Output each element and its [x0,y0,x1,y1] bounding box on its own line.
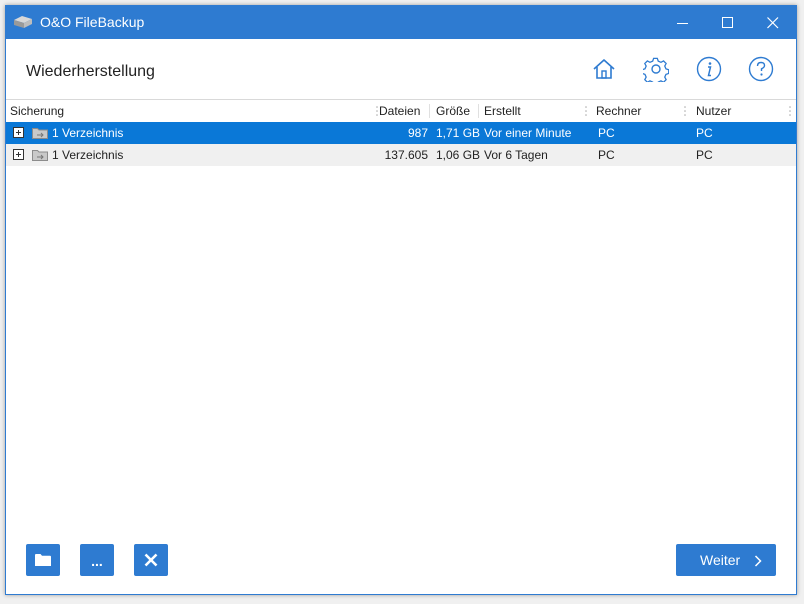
close-window-button[interactable] [751,6,796,39]
backup-name: 1 Verzeichnis [52,148,124,162]
more-options-label: ... [91,553,103,569]
help-icon[interactable] [748,56,774,82]
backup-size: 1,06 GB [436,148,481,162]
created-time: Vor einer Minute [484,126,572,140]
page-title: Wiederherstellung [26,63,155,80]
file-count: 137.605 [384,148,428,162]
column-resize-grip-icon[interactable] [683,105,687,117]
next-button-label: Weiter [700,552,741,568]
column-separator[interactable] [478,104,479,118]
computer-name: PC [598,148,615,162]
computer-name: PC [598,126,615,140]
column-header-rechner[interactable]: Rechner [596,100,641,122]
app-window: O&O FileBackup Wiederherstellung Sicheru… [5,5,797,595]
expand-icon[interactable] [13,149,24,160]
home-icon[interactable] [591,56,617,82]
close-icon [144,553,158,567]
minimize-button[interactable] [661,6,706,39]
title-bar[interactable]: O&O FileBackup [6,6,796,39]
app-logo-icon [14,16,32,28]
folder-icon [35,554,51,566]
table-row[interactable]: 1 Verzeichnis 987 1,71 GB Vor einer Minu… [6,122,796,144]
cancel-button[interactable] [134,544,168,576]
folder-backup-icon [32,128,48,139]
table-row[interactable]: 1 Verzeichnis 137.605 1,06 GB Vor 6 Tage… [6,144,796,166]
column-header-groesse[interactable]: Größe [436,100,470,122]
chevron-right-icon [754,555,762,567]
user-name: PC [696,126,713,140]
column-separator[interactable] [429,104,430,118]
column-header-nutzer[interactable]: Nutzer [696,100,731,122]
file-count: 987 [407,126,428,140]
backup-size: 1,71 GB [436,126,481,140]
created-time: Vor 6 Tagen [484,148,548,162]
folder-backup-icon [32,150,48,161]
user-name: PC [696,148,713,162]
column-resize-grip-icon[interactable] [584,105,588,117]
maximize-button[interactable] [706,6,751,39]
maximize-icon [722,17,733,28]
gear-icon[interactable] [643,56,669,82]
column-resize-grip-icon[interactable] [788,105,792,117]
more-options-button[interactable]: ... [80,544,114,576]
backup-name: 1 Verzeichnis [52,126,124,140]
next-button[interactable]: Weiter [676,544,776,576]
column-header-erstellt[interactable]: Erstellt [484,100,521,122]
minimize-icon [677,23,688,24]
window-title: O&O FileBackup [40,14,145,30]
column-header-dateien[interactable]: Dateien [379,100,420,122]
column-header-sicherung[interactable]: Sicherung [10,100,64,122]
close-icon [767,17,779,29]
expand-icon[interactable] [13,127,24,138]
open-folder-button[interactable] [26,544,60,576]
info-icon[interactable] [696,56,722,82]
